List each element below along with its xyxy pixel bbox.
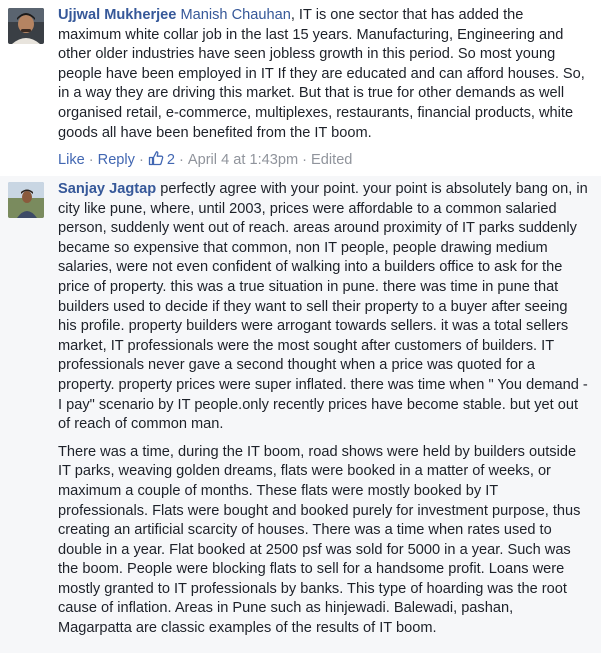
like-count: 2 [166, 152, 175, 168]
edited-label[interactable]: Edited [311, 152, 352, 168]
comment-item: Ujjwal Mukherjee Manish Chauhan, IT is o… [0, 0, 601, 176]
thumbs-up-icon [148, 151, 164, 166]
comment-text-paragraph: There was a time, during the IT boom, ro… [58, 443, 581, 637]
timestamp[interactable]: April 4 at 1:43pm [188, 152, 298, 168]
mention-link[interactable]: Manish Chauhan [180, 7, 290, 23]
comment-author[interactable]: Sanjay Jagtap [58, 181, 156, 197]
comment-actions: Like · Reply · 2 · April 4 at 1:43pm · Edited [58, 150, 352, 168]
separator-dot: · [178, 152, 184, 168]
avatar[interactable] [8, 8, 44, 44]
like-count-badge[interactable]: 2 [148, 151, 175, 168]
separator-dot: · [138, 152, 144, 168]
comment-text: , IT is one sector that has added the ma… [58, 7, 585, 141]
comment-body: Sanjay Jagtap perfectly agree with your … [58, 180, 588, 639]
like-link[interactable]: Like [58, 152, 85, 168]
comment-thread: Ujjwal Mukherjee Manish Chauhan, IT is o… [0, 0, 601, 653]
comment-body: Ujjwal Mukherjee Manish Chauhan, IT is o… [58, 6, 588, 143]
reply-link[interactable]: Reply [98, 152, 135, 168]
comment-author[interactable]: Ujjwal Mukherjee [58, 7, 176, 23]
comment-item: Sanjay Jagtap perfectly agree with your … [0, 176, 601, 653]
separator-dot: · [88, 152, 94, 168]
avatar[interactable] [8, 182, 44, 218]
comment-text: perfectly agree with your point. your po… [58, 181, 588, 433]
separator-dot: · [302, 152, 308, 168]
